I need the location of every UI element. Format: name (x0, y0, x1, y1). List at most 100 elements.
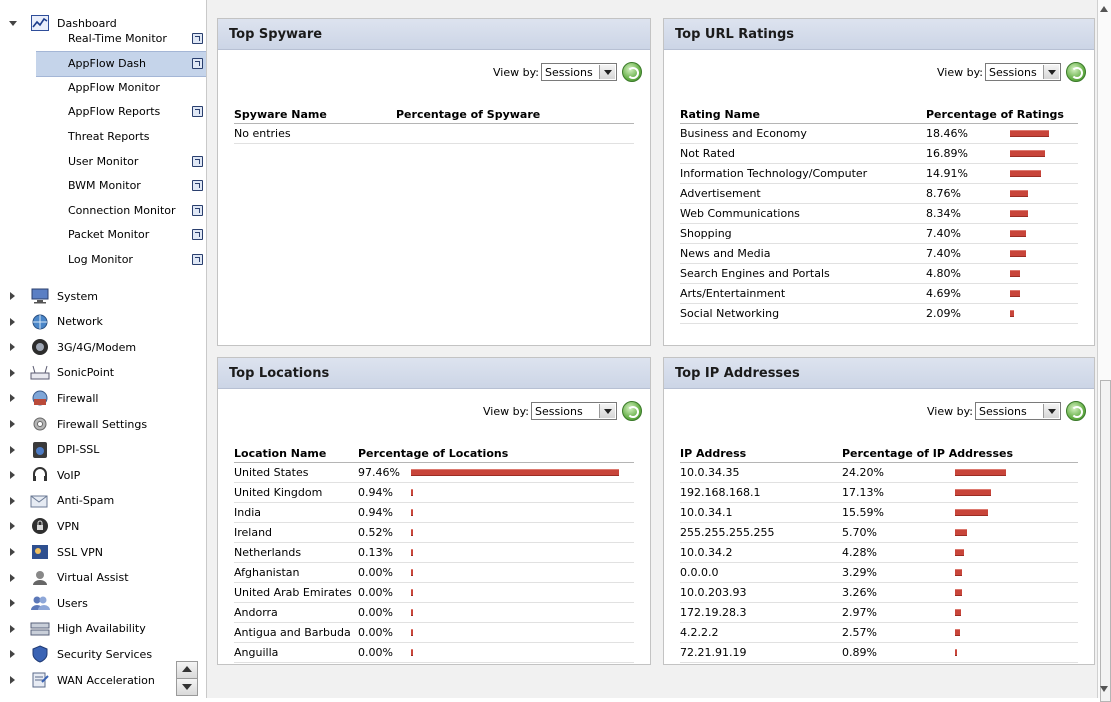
sidebar-item-packet-monitor[interactable]: Packet Monitor (36, 223, 206, 247)
expand-arrow-icon[interactable] (10, 624, 15, 633)
sidebar-item-appflow-dash[interactable]: AppFlow Dash (36, 50, 206, 77)
users-icon (30, 594, 50, 612)
sidebar-category-network[interactable]: Network (0, 311, 206, 333)
row-name: 192.168.168.1 (680, 486, 761, 499)
row-name: Business and Economy (680, 127, 807, 140)
scroll-down-button[interactable] (176, 678, 198, 696)
popout-window-icon[interactable] (192, 180, 203, 192)
view-by-select[interactable]: Sessions (985, 63, 1061, 81)
view-by-control: View by: Sessions (927, 400, 1086, 422)
sidebar-category-virtual-assist[interactable]: Virtual Assist (0, 567, 206, 589)
table-row: Information Technology/Computer 14.91% (680, 164, 1078, 184)
row-percentage: 17.13% (842, 486, 884, 499)
row-percentage: 0.94% (358, 486, 393, 499)
scrollbar-thumb[interactable] (1100, 380, 1111, 702)
expand-arrow-icon[interactable] (10, 394, 15, 403)
expand-arrow-icon[interactable] (10, 650, 15, 659)
popout-window-icon[interactable] (192, 253, 203, 265)
top-ip-addresses-panel: Top IP Addresses View by: Sessions IP Ad… (663, 357, 1095, 665)
sidebar-category-firewall[interactable]: Firewall (0, 387, 206, 409)
sidebar-category-3g-4g-modem[interactable]: 3G/4G/Modem (0, 336, 206, 358)
sidebar-item-connection-monitor[interactable]: Connection Monitor (36, 198, 206, 222)
page-scrollbar[interactable] (1097, 0, 1111, 702)
sidebar-category-ssl-vpn[interactable]: SSL VPN (0, 541, 206, 563)
chevron-down-icon[interactable] (599, 404, 615, 418)
view-by-select[interactable]: Sessions (531, 402, 617, 420)
row-name: Not Rated (680, 147, 735, 160)
sidebar-item-log-monitor[interactable]: Log Monitor (36, 247, 206, 271)
sidebar-category-high-availability[interactable]: High Availability (0, 618, 206, 640)
chevron-down-icon[interactable] (599, 65, 615, 79)
sidebar-category-dpi-ssl[interactable]: DPI-SSL (0, 439, 206, 461)
scroll-up-button[interactable] (176, 661, 198, 679)
expand-arrow-icon[interactable] (10, 496, 15, 505)
expand-arrow-icon[interactable] (10, 522, 15, 531)
chevron-down-icon[interactable] (1043, 65, 1059, 79)
popout-window-icon[interactable] (192, 155, 203, 167)
chevron-down-icon[interactable] (1043, 404, 1059, 418)
table-row: Business and Economy 18.46% (680, 124, 1078, 144)
sidebar-category-anti-spam[interactable]: Anti-Spam (0, 490, 206, 512)
table-header: IP Address Percentage of IP Addresses (680, 444, 1078, 463)
expand-arrow-icon[interactable] (10, 343, 15, 352)
view-by-select[interactable]: Sessions (541, 63, 617, 81)
percentage-bar (1010, 250, 1026, 257)
sidebar-category-vpn[interactable]: VPN (0, 515, 206, 537)
sidebar-category-label: Firewall Settings (57, 417, 148, 431)
empty-text: No entries (234, 127, 291, 140)
sidebar-item-user-monitor[interactable]: User Monitor (36, 149, 206, 173)
percentage-bar (411, 509, 413, 516)
sidebar-item-threat-reports[interactable]: Threat Reports (36, 124, 206, 148)
sidebar-category-label: Anti-Spam (57, 494, 115, 508)
view-by-value: Sessions (979, 404, 1027, 418)
panel-header: Top IP Addresses (664, 358, 1094, 389)
sidebar-item-bwm-monitor[interactable]: BWM Monitor (36, 174, 206, 198)
network-globe-icon (30, 313, 50, 331)
sidebar-category-label: SSL VPN (57, 545, 103, 559)
row-name: Ireland (234, 526, 273, 539)
refresh-icon[interactable] (1066, 62, 1086, 82)
refresh-icon[interactable] (1066, 401, 1086, 421)
view-by-value: Sessions (545, 65, 593, 79)
expand-arrow-icon[interactable] (10, 445, 15, 454)
view-by-control: View by: Sessions (483, 400, 642, 422)
expand-arrow-icon[interactable] (10, 599, 15, 608)
scroll-down-arrow-icon[interactable] (1100, 686, 1108, 692)
popout-window-icon[interactable] (192, 106, 203, 118)
expand-arrow-icon[interactable] (10, 317, 15, 326)
expand-arrow-icon[interactable] (10, 368, 15, 377)
sidebar-item-label: User Monitor (68, 154, 139, 168)
collapse-arrow-icon[interactable] (9, 20, 17, 26)
popout-window-icon[interactable] (192, 229, 203, 241)
popout-window-icon[interactable] (192, 58, 203, 70)
sidebar-category-sonicpoint[interactable]: SonicPoint (0, 362, 206, 384)
column-header-percentage: Percentage of Ratings (926, 107, 1064, 121)
sidebar-category-system[interactable]: System (0, 285, 206, 307)
sidebar-category-users[interactable]: Users (0, 592, 206, 614)
expand-arrow-icon[interactable] (10, 420, 15, 428)
table-row: 192.168.168.1 17.13% (680, 483, 1078, 503)
panel-header: Top URL Ratings (664, 19, 1094, 50)
popout-window-icon[interactable] (192, 204, 203, 216)
column-header-name: Location Name (234, 446, 327, 460)
expand-arrow-icon[interactable] (10, 676, 15, 684)
sidebar-item-appflow-reports[interactable]: AppFlow Reports (36, 100, 206, 124)
expand-arrow-icon[interactable] (10, 573, 15, 582)
sidebar-item-appflow-monitor[interactable]: AppFlow Monitor (36, 75, 206, 99)
scroll-up-arrow-icon[interactable] (1100, 6, 1108, 12)
refresh-icon[interactable] (622, 62, 642, 82)
table-row: Ireland 0.52% (234, 523, 634, 543)
expand-arrow-icon[interactable] (10, 471, 15, 480)
sidebar-item-real-time-monitor[interactable]: Real-Time Monitor (36, 26, 206, 50)
refresh-icon[interactable] (622, 401, 642, 421)
sidebar-category-voip[interactable]: VoIP (0, 464, 206, 486)
percentage-bar (1010, 230, 1026, 237)
popout-window-icon[interactable] (192, 32, 203, 44)
top-url-ratings-panel: Top URL Ratings View by: Sessions Rating… (663, 18, 1095, 346)
sidebar-category-firewall-settings[interactable]: Firewall Settings (0, 413, 206, 435)
anti-spam-icon (30, 492, 50, 510)
expand-arrow-icon[interactable] (10, 292, 15, 300)
view-by-select[interactable]: Sessions (975, 402, 1061, 420)
percentage-bar (955, 549, 964, 556)
expand-arrow-icon[interactable] (10, 548, 15, 556)
